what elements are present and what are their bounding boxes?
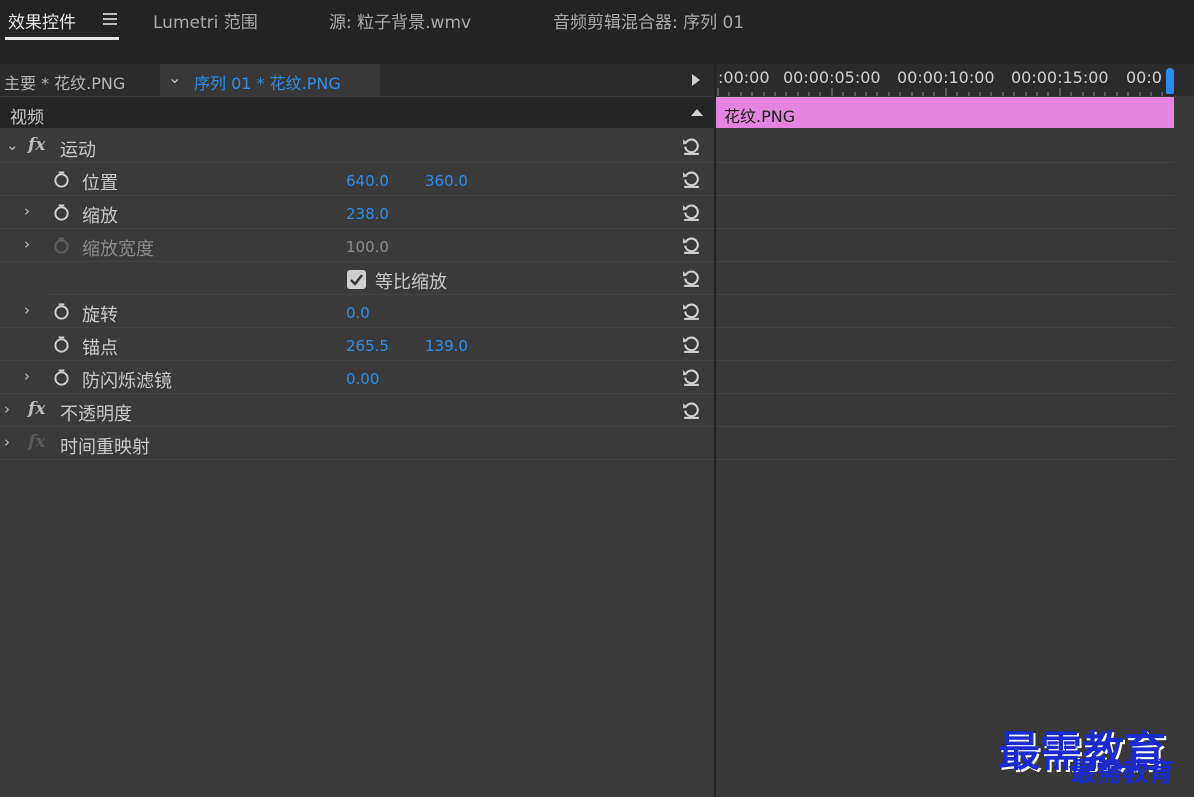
chevron-right-icon[interactable]: › — [4, 433, 10, 451]
tab-lumetri-scopes[interactable]: Lumetri 范围 — [153, 8, 258, 33]
reset-icon[interactable] — [681, 366, 702, 387]
reset-icon[interactable] — [681, 267, 702, 288]
fx-icon[interactable]: fx — [28, 432, 45, 452]
panel-menu-icon[interactable] — [103, 13, 117, 28]
reset-icon[interactable] — [681, 399, 702, 420]
row-divider — [716, 162, 1174, 163]
property-row-anchor-point[interactable]: 锚点 265.5 139.0 — [0, 328, 714, 361]
stopwatch-icon[interactable] — [53, 336, 70, 353]
time-ruler[interactable]: :00:00 00:00:05:00 00:00:10:00 00:00:15:… — [716, 64, 1194, 96]
stopwatch-icon[interactable] — [53, 369, 70, 386]
property-row-anti-flicker[interactable]: › 防闪烁滤镜 0.00 — [0, 361, 714, 394]
row-divider — [716, 426, 1174, 427]
timecode-label: 00:00:10:00 — [897, 68, 995, 87]
reset-icon[interactable] — [681, 333, 702, 354]
row-divider — [716, 294, 1174, 295]
scale-width-value: 100.0 — [346, 238, 389, 256]
effect-label: 运动 — [60, 140, 96, 161]
sequence-clip-label[interactable]: 序列 01 * 花纹.PNG — [194, 70, 341, 94]
property-row-rotation[interactable]: › 旋转 0.0 — [0, 295, 714, 328]
playhead-handle[interactable] — [1166, 68, 1174, 94]
rotation-value[interactable]: 0.0 — [346, 304, 370, 322]
property-label: 位置 — [82, 173, 118, 194]
row-divider — [716, 393, 1174, 394]
anchor-x-value[interactable]: 265.5 — [346, 337, 389, 355]
tab-audio-clip-mixer[interactable]: 音频剪辑混合器: 序列 01 — [553, 8, 744, 33]
reset-icon[interactable] — [681, 300, 702, 321]
active-tab-indicator — [5, 37, 119, 40]
clip-selector-bar: 主要 * 花纹.PNG ⌄ 序列 01 * 花纹.PNG — [0, 64, 714, 96]
reset-icon[interactable] — [681, 201, 702, 222]
stopwatch-icon[interactable] — [53, 204, 70, 221]
position-x-value[interactable]: 640.0 — [346, 172, 389, 190]
chevron-right-icon[interactable]: › — [4, 400, 10, 418]
chevron-right-icon[interactable]: › — [24, 202, 30, 220]
effect-row-motion[interactable]: ⌄ fx 运动 — [0, 130, 714, 163]
ruler-ticks — [717, 88, 1163, 96]
tab-effect-controls[interactable]: 效果控件 — [8, 8, 76, 33]
chevron-right-icon[interactable]: › — [24, 301, 30, 319]
reset-icon[interactable] — [681, 168, 702, 189]
property-label: 缩放 — [82, 206, 118, 227]
property-label: 锚点 — [82, 338, 118, 359]
chevron-down-icon[interactable]: ⌄ — [6, 136, 19, 154]
effect-controls-timeline: :00:00 00:00:05:00 00:00:10:00 00:00:15:… — [716, 64, 1194, 797]
scroll-up-icon[interactable] — [691, 109, 703, 116]
uniform-scale-label: 等比缩放 — [375, 272, 447, 293]
effect-label: 时间重映射 — [60, 437, 150, 458]
timecode-label: 00:0 — [1126, 68, 1162, 87]
property-label: 缩放宽度 — [82, 239, 154, 260]
anti-flicker-value[interactable]: 0.00 — [346, 370, 379, 388]
chevron-right-icon[interactable]: › — [24, 367, 30, 385]
property-label: 防闪烁滤镜 — [82, 371, 172, 392]
timecode-label: :00:00 — [718, 68, 770, 87]
effect-controls-panel: 主要 * 花纹.PNG ⌄ 序列 01 * 花纹.PNG 视频 ⌄ fx 运动 … — [0, 64, 714, 797]
effect-row-opacity[interactable]: › fx 不透明度 — [0, 394, 714, 427]
stopwatch-icon — [54, 237, 69, 254]
uniform-scale-checkbox[interactable] — [347, 270, 366, 289]
property-row-scale-width[interactable]: › 缩放宽度 100.0 — [0, 229, 714, 262]
scale-value[interactable]: 238.0 — [346, 205, 389, 223]
tab-source[interactable]: 源: 粒子背景.wmv — [329, 8, 471, 33]
timecode-label: 00:00:05:00 — [783, 68, 881, 87]
property-row-uniform-scale[interactable]: 等比缩放 — [50, 262, 714, 295]
effect-row-time-remapping[interactable]: › fx 时间重映射 — [0, 427, 714, 460]
row-divider — [716, 327, 1174, 328]
panel-tab-bar: 效果控件 Lumetri 范围 源: 粒子背景.wmv 音频剪辑混合器: 序列 … — [0, 0, 1194, 44]
property-row-scale[interactable]: › 缩放 238.0 — [0, 196, 714, 229]
watermark-logo-small: 最需教育 — [1070, 758, 1175, 788]
toggle-timeline-icon[interactable] — [692, 74, 700, 86]
timecode-label: 00:00:15:00 — [1011, 68, 1109, 87]
timeline-clip[interactable]: 花纹.PNG — [716, 97, 1174, 128]
reset-icon[interactable] — [681, 135, 702, 156]
chevron-down-icon[interactable]: ⌄ — [168, 68, 181, 87]
chevron-right-icon[interactable]: › — [24, 235, 30, 253]
position-y-value[interactable]: 360.0 — [425, 172, 468, 190]
clip-name-label: 花纹.PNG — [724, 107, 796, 126]
section-label: 视频 — [10, 108, 44, 128]
row-divider — [716, 459, 1174, 460]
property-row-position[interactable]: 位置 640.0 360.0 — [0, 163, 714, 196]
row-divider — [716, 195, 1174, 196]
row-divider — [716, 360, 1174, 361]
sequence-clip-selector[interactable]: ⌄ 序列 01 * 花纹.PNG — [160, 64, 380, 96]
fx-icon[interactable]: fx — [28, 399, 45, 419]
reset-icon[interactable] — [681, 234, 702, 255]
fx-icon[interactable]: fx — [28, 135, 45, 155]
stopwatch-icon[interactable] — [53, 171, 70, 188]
effect-label: 不透明度 — [60, 404, 132, 425]
stopwatch-icon[interactable] — [53, 303, 70, 320]
property-label: 旋转 — [82, 305, 118, 326]
checkmark-icon — [350, 274, 363, 286]
section-header-video: 视频 — [0, 97, 714, 128]
row-divider — [716, 228, 1174, 229]
row-divider — [716, 261, 1174, 262]
master-clip-label[interactable]: 主要 * 花纹.PNG — [4, 70, 125, 94]
anchor-y-value[interactable]: 139.0 — [425, 337, 468, 355]
